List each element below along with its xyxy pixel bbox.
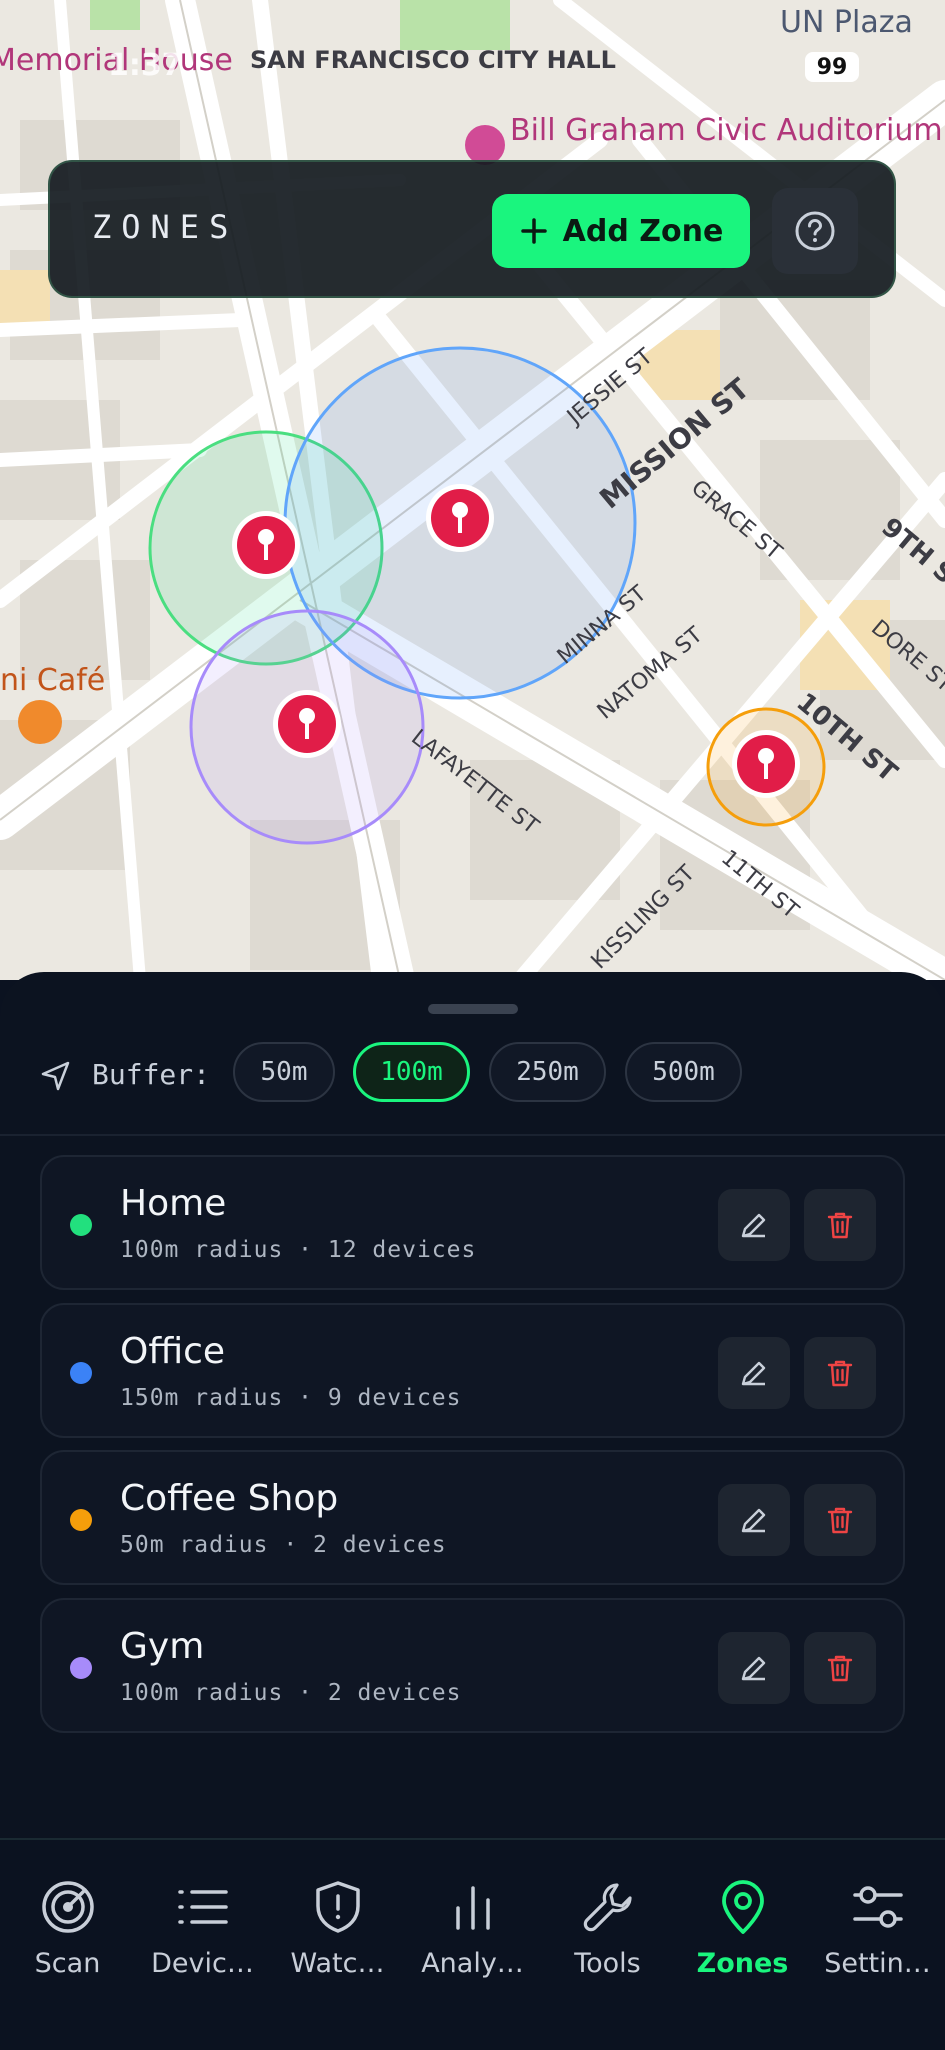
- zone-card-office[interactable]: Office 150m radius · 9 devices: [40, 1303, 905, 1438]
- pin-home[interactable]: [232, 511, 300, 579]
- pin-gym[interactable]: [273, 690, 341, 758]
- nav-scan[interactable]: Scan: [0, 1878, 135, 1979]
- pencil-icon: [741, 1361, 766, 1386]
- map-view[interactable]: SAN FRANCISCO CITY HALL Bill Graham Civi…: [0, 0, 945, 980]
- map-pin-icon: [721, 1880, 764, 1934]
- bar-chart-icon: [455, 1886, 490, 1930]
- zone-name: Coffee Shop: [120, 1478, 339, 1519]
- delete-zone-button[interactable]: [804, 1337, 876, 1409]
- map-label-auditorium: Bill Graham Civic Auditorium: [510, 113, 943, 148]
- zone-meta: 100m radius · 2 devices: [120, 1680, 462, 1706]
- edit-zone-button[interactable]: [718, 1189, 790, 1261]
- nav-watch[interactable]: Watc…: [270, 1878, 405, 1979]
- status-bar: 1:37 99: [0, 48, 945, 88]
- zones-header: ZONES Add Zone: [48, 160, 896, 298]
- zone-card-coffee-shop[interactable]: Coffee Shop 50m radius · 2 devices: [40, 1450, 905, 1585]
- music-poi-icon: [465, 125, 505, 165]
- zone-meta: 150m radius · 9 devices: [120, 1385, 462, 1411]
- map-label-cafe: ni Café: [0, 663, 105, 698]
- nav-label: Devic…: [151, 1948, 254, 1979]
- trash-icon: [827, 1655, 853, 1682]
- nav-label: Scan: [34, 1948, 101, 1979]
- shield-alert-icon: [315, 1881, 360, 1933]
- status-time: 1:37: [108, 48, 183, 83]
- zone-color-dot: [70, 1362, 92, 1384]
- edit-zone-button[interactable]: [718, 1337, 790, 1409]
- nav-settings[interactable]: Settin…: [810, 1878, 945, 1979]
- zone-meta: 100m radius · 12 devices: [120, 1237, 477, 1263]
- restaurant-poi-icon: [18, 700, 62, 744]
- nav-label: Settin…: [824, 1948, 931, 1979]
- zone-card-home[interactable]: Home 100m radius · 12 devices: [40, 1155, 905, 1290]
- delete-zone-button[interactable]: [804, 1632, 876, 1704]
- wrench-icon: [583, 1883, 632, 1932]
- buffer-option-100m[interactable]: 100m: [353, 1042, 470, 1102]
- list-icon: [177, 1890, 228, 1924]
- pencil-icon: [741, 1508, 766, 1533]
- nav-analytics[interactable]: Analy…: [405, 1878, 540, 1979]
- nav-label: Analy…: [421, 1948, 524, 1979]
- zone-name: Office: [120, 1331, 226, 1372]
- edit-zone-button[interactable]: [718, 1632, 790, 1704]
- trash-icon: [827, 1360, 853, 1387]
- nav-label: Watc…: [290, 1948, 385, 1979]
- buffer-option-250m[interactable]: 250m: [489, 1042, 606, 1102]
- divider: [0, 1134, 945, 1136]
- nav-label: Zones: [696, 1948, 789, 1979]
- pencil-icon: [741, 1656, 766, 1681]
- edit-zone-button[interactable]: [718, 1484, 790, 1556]
- plus-icon: [520, 218, 547, 244]
- radar-icon: [41, 1881, 94, 1933]
- page-title: ZONES: [92, 208, 239, 246]
- battery-level: 99: [816, 54, 848, 80]
- zone-name: Gym: [120, 1626, 205, 1667]
- nav-label: Tools: [574, 1948, 641, 1979]
- zone-name: Home: [120, 1183, 227, 1224]
- pencil-icon: [741, 1213, 766, 1238]
- pin-coffee[interactable]: [732, 730, 800, 798]
- delete-zone-button[interactable]: [804, 1484, 876, 1556]
- nav-tools[interactable]: Tools: [540, 1878, 675, 1979]
- nav-devices[interactable]: Devic…: [135, 1878, 270, 1979]
- buffer-selector: Buffer: 50m 100m 250m 500m: [0, 1040, 945, 1138]
- battery-icon: 99: [805, 52, 859, 82]
- trash-icon: [827, 1507, 853, 1534]
- bottom-nav: Scan Devic… Watc… Analy… Tools Zones Set…: [0, 1838, 945, 2050]
- trash-icon: [827, 1212, 853, 1239]
- navigation-arrow-icon: [41, 1061, 70, 1091]
- zone-card-gym[interactable]: Gym 100m radius · 2 devices: [40, 1598, 905, 1733]
- buffer-option-500m[interactable]: 500m: [625, 1042, 742, 1102]
- nav-zones[interactable]: Zones: [675, 1878, 810, 1979]
- map-label-un-plaza: UN Plaza: [780, 5, 913, 40]
- sheet-drag-handle[interactable]: [428, 1004, 518, 1014]
- buffer-label: Buffer:: [92, 1058, 211, 1091]
- sliders-icon: [852, 1886, 903, 1928]
- zone-meta: 50m radius · 2 devices: [120, 1532, 447, 1558]
- zone-color-dot: [70, 1509, 92, 1531]
- map-canvas[interactable]: SAN FRANCISCO CITY HALL Bill Graham Civi…: [0, 0, 945, 980]
- delete-zone-button[interactable]: [804, 1189, 876, 1261]
- help-button[interactable]: [772, 188, 858, 274]
- pin-office[interactable]: [426, 484, 494, 552]
- add-zone-button[interactable]: Add Zone: [492, 194, 750, 268]
- zone-color-dot: [70, 1214, 92, 1236]
- zone-color-dot: [70, 1657, 92, 1679]
- add-zone-label: Add Zone: [562, 213, 724, 249]
- question-circle-icon: [795, 211, 835, 251]
- buffer-option-50m[interactable]: 50m: [233, 1042, 335, 1102]
